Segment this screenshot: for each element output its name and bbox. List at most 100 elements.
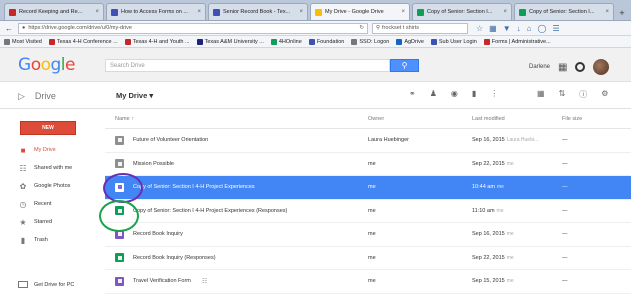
delete-icon[interactable]: ▮ [472, 89, 476, 98]
url-bar[interactable]: ● https://drive.google.com/drive/u/0/my-… [18, 22, 368, 34]
bookmark-item[interactable]: Most Visited [4, 38, 42, 45]
preview-icon[interactable]: ◉ [451, 89, 458, 98]
grid-view-icon[interactable]: ▦ [537, 89, 545, 100]
browser-search-box[interactable]: ⚲ frockset t shirts [372, 22, 468, 34]
sidebar-item-starred[interactable]: ★ Starred [0, 213, 105, 231]
bookmark-favicon-icon [4, 38, 10, 45]
modified-by: me [496, 207, 504, 214]
tab-close-icon[interactable]: × [605, 9, 609, 15]
bookmark-item[interactable]: Texas 4-H Conference ... [48, 38, 118, 45]
file-owner: me [368, 231, 376, 238]
file-row[interactable]: Copy of Senior: Section I 4-H Project Ex… [105, 200, 631, 223]
bookmark-favicon-icon [48, 38, 55, 45]
avatar[interactable] [593, 59, 610, 75]
tab-close-icon[interactable]: × [95, 9, 99, 15]
file-owner: me [368, 254, 376, 261]
sort-icon[interactable]: ⇅ [559, 89, 566, 100]
modified-by: me [506, 278, 514, 285]
file-row[interactable]: Record Book Inquiry me Sep 16, 2015 me — [105, 223, 631, 247]
browser-search-value[interactable]: frockset t shirts [382, 25, 419, 31]
search-button[interactable]: ⚲ [390, 59, 419, 72]
column-name[interactable]: Name ↑ [105, 116, 368, 122]
sync-icon[interactable]: ◯ [538, 24, 547, 33]
browser-tab[interactable]: My Drive - Google Drive × [310, 3, 410, 20]
sidebar-item-recent[interactable]: ◷ Recent [0, 195, 105, 213]
new-button[interactable]: NEW [20, 121, 76, 135]
file-name[interactable]: Record Book Inquiry [133, 231, 183, 237]
notifications-icon[interactable] [575, 62, 586, 72]
bookmark-item[interactable]: AgDrive [396, 38, 424, 45]
sidebar-item-trash[interactable]: ▮ Trash [0, 231, 105, 249]
sidebar-item-icon: ✿ [19, 181, 27, 191]
back-icon[interactable]: ← [4, 24, 14, 33]
file-row[interactable]: Future of Volunteer Orientation Laura Hue… [105, 129, 631, 153]
drive-menu-icon[interactable]: ▷ [18, 91, 25, 102]
link-icon[interactable]: ⚭ [409, 89, 416, 98]
file-name[interactable]: Future of Volunteer Orientation [133, 137, 208, 143]
annotation-circle-green [99, 200, 139, 232]
file-row[interactable]: Copy of Senior: Section I 4-H Project Ex… [105, 176, 631, 200]
monitor-icon [18, 281, 28, 288]
drive-search-input[interactable]: Search Drive [105, 59, 390, 72]
file-row[interactable]: Travel Verification Form ☷ me Sep 15, 2015 m… [105, 270, 631, 294]
file-name[interactable]: Copy of Senior: Section I 4-H Project Ex… [133, 184, 255, 190]
tab-close-icon[interactable]: × [401, 9, 405, 15]
sidebar-item-shared-with-me[interactable]: ☷ Shared with me [0, 159, 105, 177]
browser-tab[interactable]: How to Access Forms on ... × [106, 3, 206, 20]
file-owner: me [368, 160, 376, 167]
reading-list-icon[interactable]: ▦ [489, 24, 497, 33]
file-row[interactable]: Record Book Inquiry (Responses) me Sep 22,… [105, 247, 631, 270]
reload-icon[interactable]: ↻ [359, 25, 364, 31]
pocket-icon[interactable]: ▼ [503, 24, 511, 33]
bookmark-item[interactable]: Forms | Administrative... [483, 38, 551, 45]
browser-tab[interactable]: Record Keeping and Re... × [4, 3, 104, 20]
tab-close-icon[interactable]: × [197, 9, 201, 15]
url-text[interactable]: https://drive.google.com/drive/u/0/my-dr… [28, 25, 356, 31]
sidebar-item-label: My Drive [34, 147, 56, 153]
bookmark-item[interactable]: 4HOnline [270, 38, 302, 45]
browser-tab[interactable]: Copy of Senior: Section I... × [412, 3, 512, 20]
modified-by: me [496, 184, 504, 191]
breadcrumb[interactable]: My Drive ▾ [116, 91, 153, 100]
tab-title: Copy of Senior: Section I... [427, 9, 493, 15]
bookmark-item[interactable]: Sub User Login [430, 38, 477, 45]
column-last-modified[interactable]: Last modified [472, 116, 562, 122]
get-drive-label: Get Drive for PC [34, 281, 75, 288]
modified-by: Laura Huebi... [506, 137, 539, 144]
file-name[interactable]: Travel Verification Form [133, 278, 191, 284]
browser-tab[interactable]: Senior Record Book - Tex... × [208, 3, 308, 20]
column-file-size: File size [562, 115, 583, 122]
tab-close-icon[interactable]: × [299, 9, 303, 15]
share-icon[interactable]: ♟ [430, 89, 437, 98]
bookmark-item[interactable]: Texas A&M University ... [196, 38, 264, 45]
get-drive-link[interactable]: Get Drive for PC [18, 281, 74, 288]
google-logo[interactable]: Google [18, 55, 75, 75]
bookmark-item[interactable]: Texas 4-H and Youth ... [124, 38, 190, 45]
file-row[interactable]: Mission Possible me Sep 22, 2015 me — [105, 153, 631, 176]
sidebar-item-icon: ■ [20, 145, 26, 155]
tab-close-icon[interactable]: × [503, 9, 507, 15]
form-icon [115, 276, 124, 286]
new-tab-button[interactable]: + [616, 6, 628, 20]
bookmark-item[interactable]: SSO: Logon [351, 38, 389, 45]
user-name[interactable]: Darlene [529, 64, 550, 70]
file-name[interactable]: Mission Possible [133, 161, 174, 167]
apps-grid-icon[interactable]: ▦ [558, 62, 567, 73]
file-name[interactable]: Record Book Inquiry (Responses) [133, 255, 216, 261]
bookmark-item[interactable]: Foundation [308, 38, 344, 45]
settings-gear-icon[interactable]: ⚙ [601, 89, 608, 100]
home-icon[interactable]: ⌂ [527, 24, 532, 33]
sidebar-item-icon: ★ [19, 217, 27, 227]
browser-tab[interactable]: Copy of Senior: Section I... × [514, 3, 614, 20]
sidebar-item-google-photos[interactable]: ✿ Google Photos [0, 177, 105, 195]
download-icon[interactable]: ↓ [517, 24, 521, 33]
modified-date: Sep 22, 2015 [472, 160, 505, 167]
more-actions-icon[interactable]: ⋮ [490, 89, 498, 98]
sidebar-item-my-drive[interactable]: ■ My Drive [0, 141, 105, 159]
file-size: — [562, 137, 568, 144]
file-name[interactable]: Copy of Senior: Section I 4-H Project Ex… [133, 208, 287, 214]
star-icon[interactable]: ☆ [476, 24, 483, 33]
menu-icon[interactable]: ☰ [552, 24, 559, 33]
info-icon[interactable]: ⓘ [579, 89, 587, 100]
bookmark-favicon-icon [430, 38, 437, 45]
